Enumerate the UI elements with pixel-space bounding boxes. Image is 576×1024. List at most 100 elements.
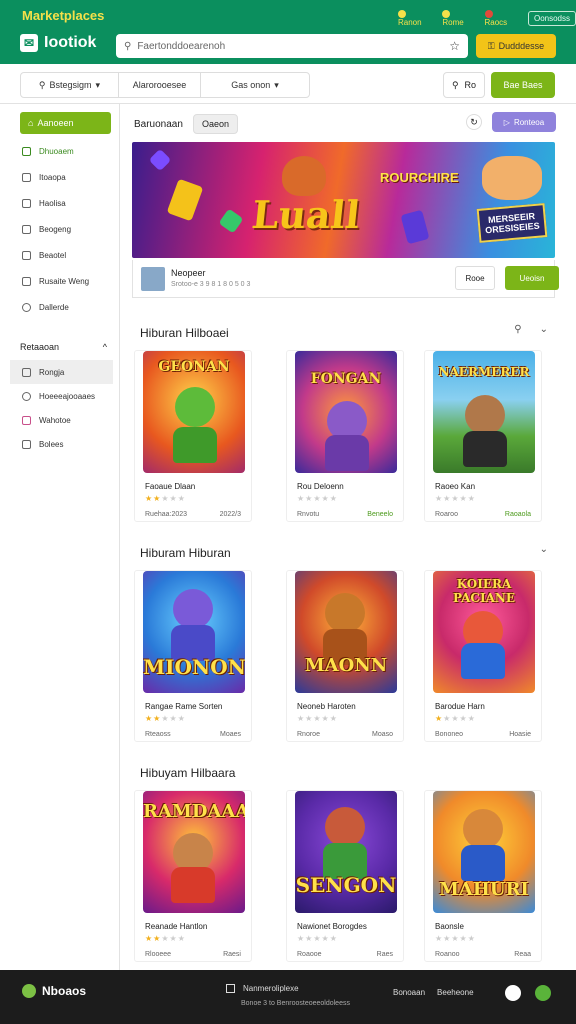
sidebar-section-title: Retaaoan xyxy=(20,342,60,352)
brand-small-text: Marketplaces xyxy=(22,8,105,23)
game-meta-right: Raes xyxy=(376,951,393,958)
game-card[interactable]: RAMDAAA Reanade Hantlon ★★★★★ Rlooeee Ra… xyxy=(134,790,252,962)
top-link-2[interactable]: Rome xyxy=(442,9,474,27)
document-icon xyxy=(22,224,31,234)
game-name: Reanade Hantlon xyxy=(145,922,208,931)
banner-info-title: Neopeer xyxy=(171,268,206,278)
primary-yellow-button[interactable]: ⚿ Dudddesse xyxy=(476,34,556,58)
sidebar-item-5[interactable]: Beaotel xyxy=(0,242,119,268)
banner-sign: MERSEEIR ORESISEIES xyxy=(476,203,548,243)
sidebar-item-2[interactable]: Itoaopa xyxy=(0,164,119,190)
game-name: Neoneb Haroten xyxy=(297,702,356,711)
chevron-down-icon[interactable]: ⌄ xyxy=(540,544,548,555)
game-thumbnail: MAHURI xyxy=(433,791,535,913)
character-head xyxy=(325,593,365,633)
search-icon[interactable]: ⚲ xyxy=(514,324,521,335)
checkbox[interactable] xyxy=(226,984,235,994)
cart-icon xyxy=(484,9,493,18)
rating-stars: ★★★★★ xyxy=(145,934,186,943)
section-tools: ⚲ ⌄ xyxy=(514,324,548,335)
banner-outline-button[interactable]: Rooe xyxy=(455,266,495,290)
game-card[interactable]: SENGON Nawionet Borogdes ★★★★★ Roaooe Ra… xyxy=(286,790,404,962)
sidebar-subitem-1[interactable]: Rongja xyxy=(10,360,113,384)
favorite-star-icon[interactable]: ☆ xyxy=(449,39,460,53)
search-input[interactable]: ⚲ Faertonddoearenoh ☆ xyxy=(116,34,468,58)
sidebar-item-1[interactable]: Dhuoaem xyxy=(0,138,119,164)
filter-search-button[interactable]: ⚲ Ro xyxy=(443,72,485,98)
chevron-down-icon[interactable]: ⌄ xyxy=(540,324,548,335)
footer-logo[interactable]: Nboaos xyxy=(22,984,86,998)
character-body xyxy=(171,867,215,903)
rating-stars: ★★★★★ xyxy=(145,494,186,503)
top-link-1[interactable]: Ranon xyxy=(398,9,432,27)
header-chip-button[interactable]: Oaeon xyxy=(192,114,238,134)
social-icon[interactable] xyxy=(535,985,551,1001)
filter-bar: ⚲ Bstegsigm ▾ Alarorooesee Gas onon ▾ ⚲ Ro B… xyxy=(0,64,576,104)
sidebar-item-7[interactable]: Dallerde xyxy=(0,294,119,320)
rating-stars: ★★★★★ xyxy=(297,714,338,723)
game-card[interactable]: MAHURI Baonsle ★★★★★ Roanoo Reaa xyxy=(424,790,542,962)
top-pill-button[interactable]: Oonsodss xyxy=(527,10,576,26)
character-body xyxy=(173,427,217,463)
game-name: Rangae Rame Sorten xyxy=(145,702,223,711)
character-head xyxy=(175,387,215,427)
filter-green-button[interactable]: Bae Baes xyxy=(491,72,555,98)
featured-banner[interactable]: Luall ROURCHIRE MERSEEIR ORESISEIES xyxy=(132,142,555,258)
thumbnail-title: MAHURI xyxy=(439,879,529,900)
sidebar-subitem-3[interactable]: Wahotoe xyxy=(0,408,119,432)
bell-icon xyxy=(398,9,406,18)
section-title: Hiburan Hilboaei xyxy=(140,326,229,340)
sidebar-section-header[interactable]: Retaaoan ^ xyxy=(0,334,119,360)
filter-dropdown-2[interactable]: Alarorooesee xyxy=(119,73,201,97)
game-card[interactable]: FONGAN Rou Deloenn ★★★★★ Rnvotu Beneelo xyxy=(286,350,404,522)
game-meta-right: Moaes xyxy=(219,731,241,738)
banner-decoration xyxy=(400,209,430,245)
sidebar-item-6[interactable]: Rusaite Weng xyxy=(0,268,119,294)
game-meta: Roaooe xyxy=(297,951,322,958)
filter-label-1: Bstegsigm xyxy=(49,80,92,90)
header-purple-button[interactable]: ▷ Ronteoa xyxy=(492,112,556,132)
game-thumbnail: KOIERA PACIANE xyxy=(433,571,535,693)
social-icon[interactable] xyxy=(505,985,521,1001)
game-card[interactable]: KOIERA PACIANE Barodue Harn ★★★★★ Bonone… xyxy=(424,570,542,742)
sidebar-item-label: Rusaite Weng xyxy=(39,276,90,286)
refresh-icon[interactable]: ↻ xyxy=(466,114,482,130)
social-icons xyxy=(505,985,551,1001)
thumbnail-title: RAMDAAA xyxy=(143,801,245,822)
header-actions: ↻ ▷ Ronteoa xyxy=(466,112,556,132)
game-meta-right: Raesi xyxy=(223,951,241,958)
game-card[interactable]: NAERMERER Raoeo Kan ★★★★★ Roaroo Raoaola xyxy=(424,350,542,522)
settings-icon xyxy=(22,302,31,312)
sidebar-subitem-label: Rongja xyxy=(39,367,65,377)
filter-dropdown-3[interactable]: Gas onon ▾ xyxy=(201,73,309,97)
sidebar-item-label: Itoaopa xyxy=(39,172,66,182)
thumbnail-title: NAERMERER xyxy=(438,365,530,379)
character-head xyxy=(325,807,365,847)
site-logo[interactable]: ✉ Iootiok xyxy=(20,34,96,52)
sidebar-subitem-label: Bolees xyxy=(39,439,64,449)
thumbnail-title: GEONAN xyxy=(158,359,230,375)
sidebar-item-3[interactable]: Haolisa xyxy=(0,190,119,216)
rating-stars: ★★★★★ xyxy=(297,494,338,503)
game-meta-right: Moaso xyxy=(371,731,393,738)
main-header: Baruonaan Oaeon xyxy=(134,114,238,134)
search-icon: ⚲ xyxy=(124,40,132,52)
play-icon: ▷ xyxy=(503,117,510,127)
sidebar-subitem-4[interactable]: Bolees xyxy=(0,432,119,456)
sidebar-top-button[interactable]: ⌂ Aanoeen xyxy=(20,112,111,134)
footer-link-2[interactable]: Beeheone xyxy=(437,988,473,997)
footer-middle-sub: Bonoe 3 to Benroosteoeeoldoleess xyxy=(241,1000,350,1007)
sidebar-subitem-2[interactable]: Hoeeeajooaaes xyxy=(0,384,119,408)
rating-stars: ★★★★★ xyxy=(435,494,476,503)
filter-dropdown-1[interactable]: ⚲ Bstegsigm ▾ xyxy=(21,73,119,97)
top-link-3[interactable]: Raocs xyxy=(484,9,518,27)
primary-yellow-label: Dudddesse xyxy=(498,41,545,51)
footer-link-1[interactable]: Bonoaan xyxy=(393,988,425,997)
game-card[interactable]: MIONON Rangae Rame Sorten ★★★★★ Rteaoss … xyxy=(134,570,252,742)
sidebar: ⌂ Aanoeen Dhuoaem Itoaopa Haolisa Beogeng… xyxy=(0,104,120,970)
game-card[interactable]: MAONN Neoneb Haroten ★★★★★ Rnoroe Moaso xyxy=(286,570,404,742)
game-card[interactable]: GEONAN Faoaue Dlaan ★★★★★ Ruehaa:2023 20… xyxy=(134,350,252,522)
sidebar-item-4[interactable]: Beogeng xyxy=(0,216,119,242)
banner-green-button[interactable]: Ueoisn xyxy=(505,266,559,290)
filter-label-2: Alarorooesee xyxy=(132,80,187,90)
